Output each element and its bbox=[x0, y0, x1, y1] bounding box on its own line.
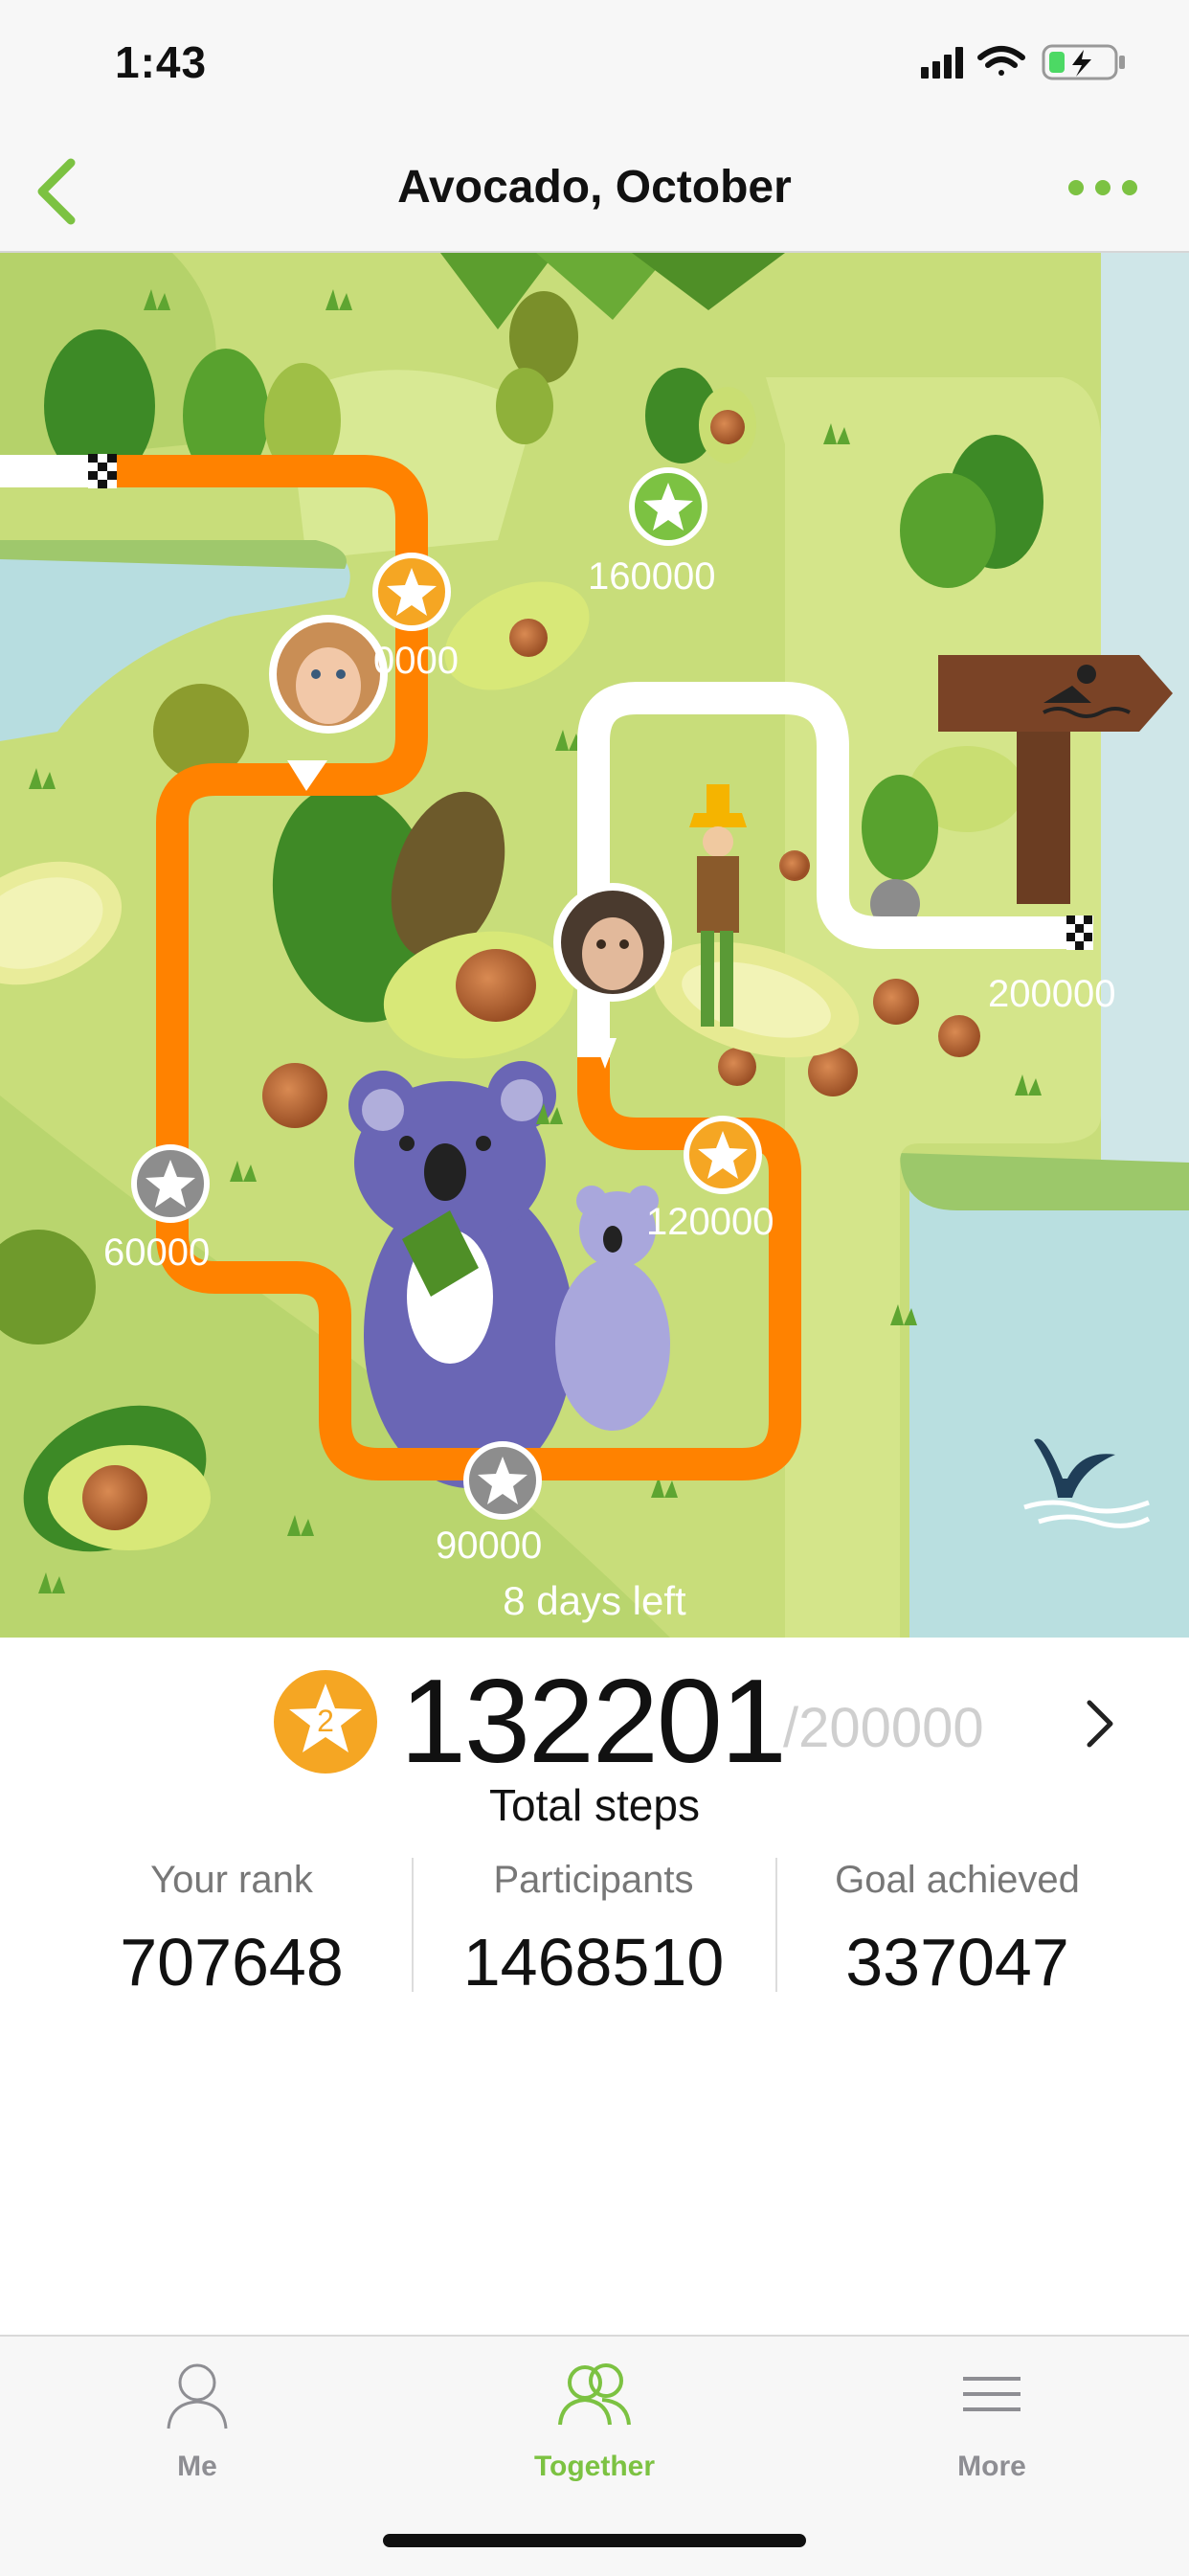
page-title: Avocado, October bbox=[397, 162, 792, 213]
milestone-label-200000: 200000 bbox=[988, 973, 1116, 1015]
tab-label: Me bbox=[177, 2451, 217, 2482]
tab-label: More bbox=[957, 2451, 1026, 2482]
status-bar: 1:43 bbox=[0, 0, 1189, 134]
challenge-map[interactable]: 160000 0000 60000 90000 120000 200000 bbox=[0, 253, 1189, 1638]
milestone-120000 bbox=[684, 1116, 762, 1194]
milestone-label-0000: 0000 bbox=[373, 640, 459, 682]
tab-together[interactable]: Together bbox=[451, 2356, 738, 2483]
tab-me[interactable]: Me bbox=[54, 2356, 341, 2483]
milestone-00000 bbox=[372, 553, 451, 631]
wifi-icon bbox=[977, 46, 1025, 76]
milestone-60000 bbox=[131, 1144, 210, 1223]
finish-flag-icon bbox=[1066, 915, 1093, 950]
stat-value: 337047 bbox=[845, 1925, 1069, 2000]
tab-label: Together bbox=[533, 2451, 656, 2482]
stat-label: Goal achieved bbox=[835, 1859, 1080, 1901]
stat-goal-achieved: Goal achieved 337047 bbox=[775, 1853, 1139, 2010]
milestone-label-120000: 120000 bbox=[646, 1201, 774, 1243]
stat-your-rank: Your rank 707648 bbox=[50, 1853, 414, 2010]
milestone-90000 bbox=[463, 1441, 542, 1520]
milestone-label-90000: 90000 bbox=[436, 1525, 543, 1567]
medal-icon: 2 bbox=[274, 1670, 377, 1774]
stat-label: Participants bbox=[493, 1859, 694, 1901]
chevron-right-icon[interactable] bbox=[1080, 1695, 1118, 1752]
nav-bar: Avocado, October bbox=[0, 134, 1189, 253]
stat-label: Your rank bbox=[150, 1859, 313, 1901]
goal-value: /200000 bbox=[783, 1697, 984, 1759]
total-steps-label: Total steps bbox=[489, 1780, 700, 1830]
battery-icon bbox=[1042, 44, 1125, 80]
milestone-label-60000: 60000 bbox=[103, 1232, 211, 1274]
more-options-icon[interactable] bbox=[1065, 169, 1141, 207]
status-icons bbox=[921, 44, 1125, 80]
total-steps-value: 132201 bbox=[400, 1656, 787, 1788]
days-left-label: 8 days left bbox=[503, 1578, 686, 1623]
group-icon bbox=[558, 2363, 631, 2426]
milestone-label-160000: 160000 bbox=[588, 555, 716, 598]
home-indicator bbox=[383, 2534, 806, 2547]
person-icon bbox=[167, 2363, 228, 2429]
medal-number: 2 bbox=[317, 1704, 334, 1738]
menu-icon bbox=[963, 2377, 1021, 2411]
stat-value: 1468510 bbox=[462, 1925, 725, 2000]
stat-participants: Participants 1468510 bbox=[412, 1853, 775, 2010]
map-illustration bbox=[0, 253, 1189, 1638]
signal-icon bbox=[921, 47, 963, 79]
tab-more[interactable]: More bbox=[848, 2356, 1135, 2483]
status-time: 1:43 bbox=[115, 37, 208, 87]
start-flag-icon bbox=[88, 454, 117, 488]
milestone-160000 bbox=[629, 467, 707, 546]
stat-value: 707648 bbox=[120, 1925, 344, 2000]
